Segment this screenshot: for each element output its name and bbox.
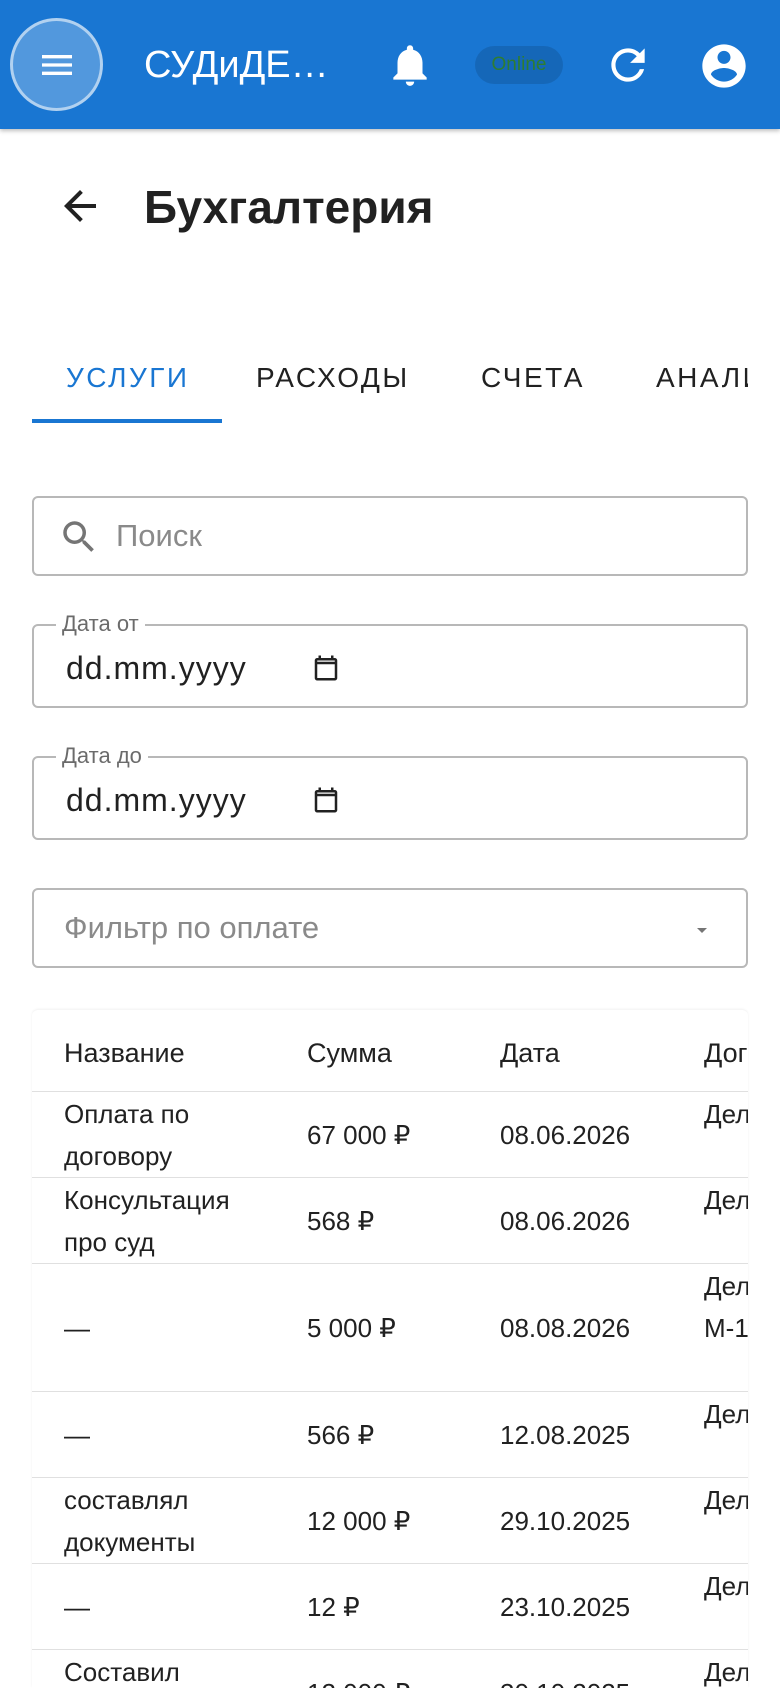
arrow-back-icon bbox=[64, 190, 96, 222]
tab-analytics[interactable]: АНАЛИ bbox=[656, 360, 748, 396]
table-row[interactable]: составлял документы 12 000 ₽ 29.10.2025 … bbox=[32, 1478, 748, 1564]
cell-sum: 67 000 ₽ bbox=[307, 1120, 411, 1150]
cell-sum: 12 000 ₽ bbox=[307, 1506, 411, 1536]
cell-name: составлял документы bbox=[64, 1485, 196, 1557]
notifications-button[interactable] bbox=[385, 40, 435, 90]
refresh-icon bbox=[611, 48, 645, 82]
cell-name: Оплата по договору bbox=[64, 1099, 190, 1171]
cell-date: 12.08.2025 bbox=[500, 1420, 631, 1450]
cell-contract: Дел 288 bbox=[704, 1399, 748, 1429]
cell-name: — bbox=[64, 1313, 90, 1343]
payment-filter-placeholder: Фильтр по оплате bbox=[64, 910, 320, 945]
table-header: Название Сумма Дата Дог bbox=[32, 1010, 748, 1092]
cell-sum: 566 ₽ bbox=[307, 1420, 375, 1450]
cell-name: — bbox=[64, 1420, 90, 1450]
date-to-label: Дата до bbox=[56, 742, 148, 770]
date-from-field[interactable]: Дата от dd.mm.yyyy bbox=[32, 610, 748, 708]
account-circle-icon bbox=[702, 44, 746, 88]
cell-date: 08.08.2026 bbox=[500, 1313, 631, 1343]
date-from-input[interactable]: dd.mm.yyyy bbox=[66, 648, 247, 688]
cell-date: 08.06.2026 bbox=[500, 1120, 631, 1150]
cell-contract: Дел 101 bbox=[704, 1185, 748, 1215]
cell-date: 29.10.2025 bbox=[500, 1506, 631, 1536]
cell-name: Составил bbox=[64, 1657, 180, 1687]
page-title: Бухгалтерия bbox=[144, 181, 434, 233]
status-badge: Online bbox=[475, 46, 563, 84]
cell-sum: 12 000 ₽ bbox=[307, 1672, 410, 1688]
tab-indicator bbox=[32, 419, 222, 423]
table-row[interactable]: Оплата по договору 67 000 ₽ 08.06.2026 Д… bbox=[32, 1092, 748, 1178]
table-body: Оплата по договору 67 000 ₽ 08.06.2026 Д… bbox=[32, 1092, 748, 1688]
cell-sum: 12 ₽ bbox=[307, 1592, 360, 1622]
column-header-contract[interactable]: Дог bbox=[704, 1036, 747, 1070]
cell-sum: 568 ₽ bbox=[307, 1206, 375, 1236]
bell-icon bbox=[393, 45, 427, 86]
cell-contract: Дел 101 bbox=[704, 1099, 748, 1129]
tab-expenses[interactable]: РАСХОДЫ bbox=[256, 360, 410, 396]
cell-contract: Дел bbox=[704, 1657, 748, 1687]
cell-contract: Дел 211 М-1 bbox=[704, 1271, 748, 1343]
payment-filter-select[interactable]: Фильтр по оплате bbox=[32, 888, 748, 968]
back-button[interactable] bbox=[56, 182, 104, 230]
cell-date: 30.10.2025 bbox=[500, 1672, 630, 1688]
dropdown-arrow-icon bbox=[697, 928, 707, 933]
cell-date: 23.10.2025 bbox=[500, 1592, 631, 1622]
tab-services[interactable]: УСЛУГИ bbox=[66, 360, 190, 396]
app-title: СУДиДЕ… bbox=[144, 44, 329, 86]
table-row[interactable]: Составил 12 000 ₽ 30.10.2025 Дел bbox=[32, 1650, 748, 1688]
column-header-sum[interactable]: Сумма bbox=[307, 1036, 392, 1070]
cell-name: — bbox=[64, 1592, 90, 1622]
menu-button[interactable] bbox=[10, 18, 103, 111]
search-field[interactable]: Поиск bbox=[32, 496, 748, 576]
tabs: УСЛУГИ РАСХОДЫ СЧЕТА АНАЛИ bbox=[32, 340, 748, 425]
search-input[interactable]: Поиск bbox=[116, 516, 202, 556]
account-button[interactable] bbox=[698, 40, 750, 92]
cell-name: Консультация про суд bbox=[64, 1185, 230, 1257]
table-row[interactable]: — 566 ₽ 12.08.2025 Дел 288 bbox=[32, 1392, 748, 1478]
table-row[interactable]: Консультация про суд 568 ₽ 08.06.2026 Де… bbox=[32, 1178, 748, 1264]
table-row[interactable]: — 5 000 ₽ 08.08.2026 Дел 211 М-1 bbox=[32, 1264, 748, 1392]
app-bar: СУДиДЕ… Online bbox=[0, 0, 780, 129]
column-header-date[interactable]: Дата bbox=[500, 1036, 560, 1070]
cell-date: 08.06.2026 bbox=[500, 1206, 631, 1236]
cell-contract: Дел 288 bbox=[704, 1485, 748, 1515]
menu-icon bbox=[41, 54, 72, 75]
cell-contract: Дел 292 bbox=[704, 1571, 748, 1601]
calendar-icon[interactable] bbox=[311, 653, 341, 683]
search-icon bbox=[63, 521, 94, 552]
date-to-field[interactable]: Дата до dd.mm.yyyy bbox=[32, 742, 748, 840]
date-to-input[interactable]: dd.mm.yyyy bbox=[66, 780, 247, 820]
refresh-button[interactable] bbox=[603, 40, 653, 90]
column-header-name[interactable]: Название bbox=[64, 1036, 185, 1070]
services-table: Название Сумма Дата Дог Оплата по догово… bbox=[32, 1010, 748, 1688]
cell-sum: 5 000 ₽ bbox=[307, 1313, 396, 1343]
tab-invoices[interactable]: СЧЕТА bbox=[481, 360, 585, 396]
table-row[interactable]: — 12 ₽ 23.10.2025 Дел 292 bbox=[32, 1564, 748, 1650]
calendar-icon[interactable] bbox=[311, 785, 341, 815]
date-from-label: Дата от bbox=[56, 610, 145, 638]
